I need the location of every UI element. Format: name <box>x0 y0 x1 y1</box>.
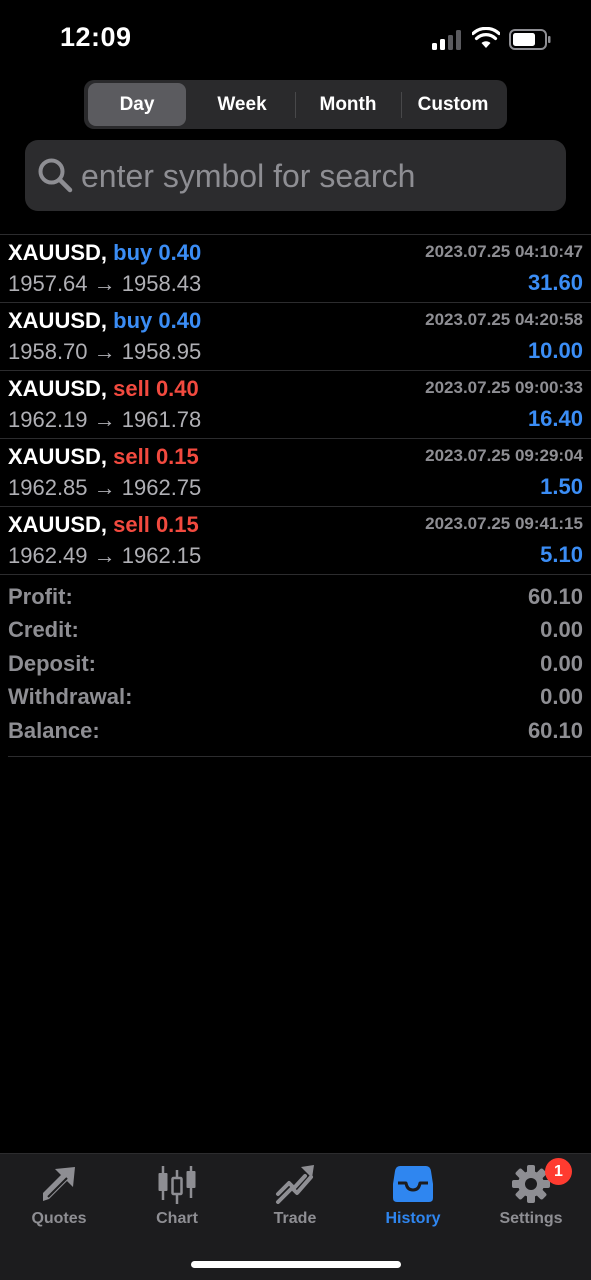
deal-symbol-text: XAUUSD, <box>8 512 108 537</box>
summary-divider <box>8 756 591 757</box>
settings-badge: 1 <box>545 1158 572 1185</box>
deal-profit: 5.10 <box>540 542 583 567</box>
deal-row[interactable]: XAUUSD, buy 0.40 2023.07.25 04:10:47 1957.… <box>0 235 591 303</box>
deal-symbol: XAUUSD, buy 0.40 <box>8 240 201 266</box>
summary-row: Deposit: 0.00 <box>8 651 583 684</box>
summary-row: Credit: 0.00 <box>8 617 583 650</box>
deal-prices: 1962.85 → 1962.75 <box>8 475 202 500</box>
deal-side: sell 0.15 <box>113 444 199 469</box>
deal-time: 2023.07.25 04:20:58 <box>425 310 583 329</box>
summary-label: Profit: <box>8 584 73 609</box>
deal-time: 2023.07.25 09:29:04 <box>425 446 583 465</box>
candlestick-icon <box>158 1166 196 1204</box>
summary-label: Deposit: <box>8 650 96 676</box>
deal-side: buy 0.40 <box>113 240 202 265</box>
search-input[interactable] <box>81 152 551 200</box>
tab-settings-label: Settings <box>499 1210 563 1227</box>
deal-side: buy 0.40 <box>113 308 202 333</box>
summary-row: Withdrawal: 0.00 <box>8 684 583 717</box>
tab-settings[interactable]: Settings <box>472 1154 590 1242</box>
tab-history-label: History <box>385 1210 441 1227</box>
deal-symbol-text: XAUUSD, <box>8 376 108 401</box>
tab-month[interactable]: Month <box>296 83 400 126</box>
summary-label: Balance: <box>8 717 100 743</box>
deal-prices: 1962.49 → 1962.15 <box>8 543 202 568</box>
summary-row: Balance: 60.10 <box>8 718 583 751</box>
summary-value: 60.10 <box>527 584 583 609</box>
deal-symbol: XAUUSD, buy 0.40 <box>8 308 201 334</box>
deal-time: 2023.07.25 09:41:15 <box>425 514 583 533</box>
deal-side: sell 0.40 <box>113 376 199 401</box>
wifi-icon <box>472 27 500 48</box>
tab-trade[interactable]: Trade <box>236 1154 354 1242</box>
summary-value: 0.00 <box>540 650 583 676</box>
deal-prices: 1958.70 → 1958.95 <box>8 339 202 364</box>
search-bar[interactable] <box>25 140 566 211</box>
search-icon <box>38 158 73 193</box>
deal-profit: 16.40 <box>527 406 583 431</box>
deal-prices: 1957.64 → 1958.43 <box>8 271 202 296</box>
deal-time: 2023.07.25 04:10:47 <box>425 242 583 261</box>
tab-history[interactable]: History <box>354 1154 472 1242</box>
home-indicator[interactable] <box>191 1261 401 1268</box>
deal-profit: 31.60 <box>527 270 583 295</box>
tab-chart[interactable]: Chart <box>118 1154 236 1242</box>
status-time: 12:09 <box>60 22 132 52</box>
tab-custom[interactable]: Custom <box>402 83 504 126</box>
tab-quotes[interactable]: Quotes <box>0 1154 118 1242</box>
summary: Profit: 60.10 Credit: 0.00 Deposit: 0.00 Withd… <box>8 584 583 751</box>
period-segmented-control: Day Week Month Custom <box>84 80 507 129</box>
tab-week[interactable]: Week <box>190 83 294 126</box>
deal-symbol-text: XAUUSD, <box>8 308 108 333</box>
tab-trade-label: Trade <box>273 1210 317 1227</box>
deal-symbol: XAUUSD, sell 0.15 <box>8 512 199 538</box>
quotes-icon <box>43 1167 75 1201</box>
summary-label: Credit: <box>8 617 79 643</box>
summary-value: 0.00 <box>540 684 583 710</box>
deal-symbol-text: XAUUSD, <box>8 240 108 265</box>
summary-value: 0.00 <box>540 617 583 643</box>
tab-quotes-label: Quotes <box>31 1210 87 1227</box>
deal-prices: 1962.19 → 1961.78 <box>8 407 202 432</box>
deal-symbol-text: XAUUSD, <box>8 444 108 469</box>
deal-row[interactable]: XAUUSD, buy 0.40 2023.07.25 04:20:58 1958.… <box>0 303 591 371</box>
deal-time: 2023.07.25 09:00:33 <box>425 378 583 397</box>
deal-side: sell 0.15 <box>113 512 199 537</box>
cellular-signal-icon <box>432 30 462 50</box>
deal-profit: 1.50 <box>540 474 583 499</box>
deal-symbol: XAUUSD, sell 0.15 <box>8 444 199 470</box>
summary-label: Withdrawal: <box>8 684 133 710</box>
trade-icon <box>276 1165 314 1204</box>
deal-row[interactable]: XAUUSD, sell 0.15 2023.07.25 09:29:04 1962… <box>0 439 591 507</box>
summary-value: 60.10 <box>527 717 583 743</box>
status-bar: 12:09 <box>0 0 591 78</box>
deal-row[interactable]: XAUUSD, sell 0.40 2023.07.25 09:00:33 1962… <box>0 371 591 439</box>
battery-icon <box>509 29 551 50</box>
tab-chart-label: Chart <box>156 1210 198 1227</box>
deal-profit: 10.00 <box>527 338 583 363</box>
deal-row[interactable]: XAUUSD, sell 0.15 2023.07.25 09:41:15 1962… <box>0 507 591 575</box>
summary-row: Profit: 60.10 <box>8 584 583 617</box>
deal-symbol: XAUUSD, sell 0.40 <box>8 376 199 402</box>
tab-day[interactable]: Day <box>88 83 186 126</box>
inbox-icon <box>393 1166 433 1202</box>
